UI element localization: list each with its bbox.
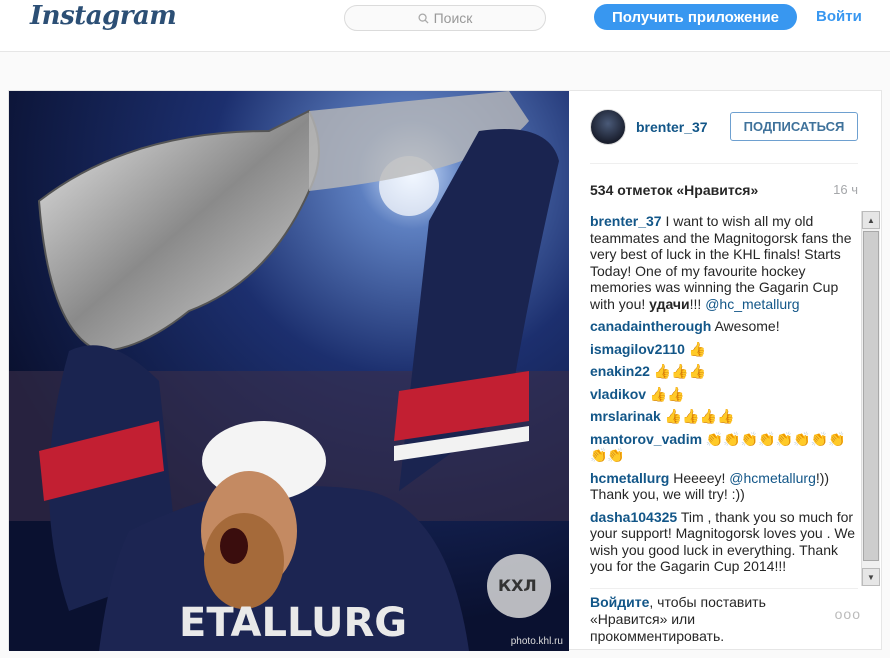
likes-count[interactable]: 534 отметок «Нравится» [590,182,758,198]
list-item: enakin22 👍👍👍 [590,363,859,380]
login-prompt-link[interactable]: Войдите [590,594,649,610]
comment-text: Awesome! [711,318,780,334]
avatar[interactable] [590,109,626,145]
comment-user[interactable]: ismagilov2110 [590,341,685,357]
comment-user[interactable]: vladikov [590,386,646,402]
login-prompt: Войдите, чтобы поставить «Нравится» или … [590,594,810,645]
login-link[interactable]: Войти [816,8,862,25]
list-item: hcmetallurg Heeeey! @hcmetallurg!)) Than… [590,470,859,503]
post-username[interactable]: brenter_37 [636,119,708,135]
scroll-thumb[interactable] [863,231,879,561]
svg-text:КХЛ: КХЛ [498,576,537,595]
list-item: mrslarinak 👍👍👍👍 [590,408,859,425]
divider [590,163,858,164]
search-placeholder: Поиск [433,10,473,26]
svg-text:ETALLURG: ETALLURG [179,600,407,646]
comment-text: 👍👍👍👍 [660,408,735,424]
caption: brenter_37 I want to wish all my old tea… [590,213,859,312]
comments-scrollbar[interactable]: ▲ ▼ [861,211,880,586]
comments-list[interactable]: brenter_37 I want to wish all my old tea… [590,213,859,586]
divider [590,588,858,589]
search-icon [418,12,429,24]
comment-user[interactable]: canadaintherough [590,318,711,334]
caption-after: !!! [689,295,706,312]
search-input[interactable]: Поиск [344,5,546,31]
comment-text: Heeeey! [669,469,730,486]
comment-mention[interactable]: @hcmetallurg [729,470,816,486]
follow-button[interactable]: ПОДПИСАТЬСЯ [730,112,858,141]
comment-text: 👍👍 [646,385,685,402]
comment-text: 👍👍👍 [649,363,707,379]
caption-bold: удачи [649,295,690,312]
post-photo[interactable]: ETALLURG КХЛ photo.khl.ru [9,91,569,651]
post-card: ETALLURG КХЛ photo.khl.ru brenter_37 ПОД… [8,90,883,651]
more-options-icon[interactable]: ooo [835,606,861,622]
top-nav: Instagram Поиск Получить приложение Войт… [0,0,890,52]
post-time[interactable]: 16 ч [833,182,858,197]
list-item: canadaintherough Awesome! [590,318,859,335]
comment-user[interactable]: mrslarinak [590,408,661,424]
post-header: brenter_37 ПОДПИСАТЬСЯ [590,109,860,149]
hockey-trophy-photo: ETALLURG КХЛ [9,91,569,651]
scroll-up-icon[interactable]: ▲ [862,211,880,229]
comment-user[interactable]: enakin22 [590,363,650,379]
list-item: dasha104325 Tim , thank you so much for … [590,509,859,575]
caption-mention[interactable]: @hc_metallurg [705,296,799,312]
comment-text: 👍 [684,340,707,357]
list-item: ismagilov2110 👍 [590,341,859,358]
comment-user[interactable]: dasha104325 [590,509,677,525]
comment-user[interactable]: mantorov_vadim [590,431,702,447]
scroll-down-icon[interactable]: ▼ [862,568,880,586]
comment-user[interactable]: hcmetallurg [590,470,669,486]
instagram-logo[interactable]: Instagram [30,1,177,31]
comment-user[interactable]: brenter_37 [590,213,662,229]
list-item: mantorov_vadim 👏👏👏👏👏👏👏👏👏👏 [590,431,859,464]
get-app-button[interactable]: Получить приложение [594,4,797,30]
photo-watermark: photo.khl.ru [510,636,563,647]
post-sidebar: brenter_37 ПОДПИСАТЬСЯ 534 отметок «Нрав… [570,91,883,651]
list-item: vladikov 👍👍 [590,386,859,403]
